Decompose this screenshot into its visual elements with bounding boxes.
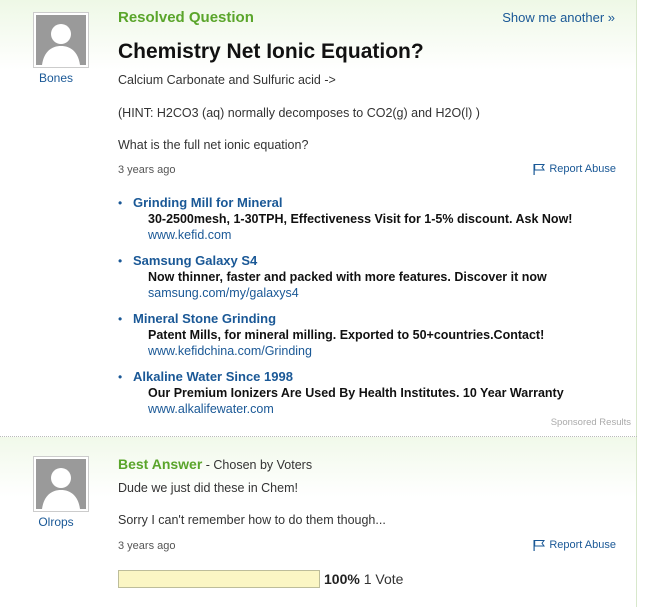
ad-item: • Grinding Mill for Mineral 30-2500mesh,… (118, 195, 628, 243)
question-title: Chemistry Net Ionic Equation? (118, 40, 424, 63)
answer-body-line: Sorry I can't remember how to do them th… (118, 513, 386, 527)
ad-description: Our Premium Ionizers Are Used By Health … (148, 386, 564, 400)
ad-title-link[interactable]: Samsung Galaxy S4 (133, 253, 628, 269)
flag-icon (533, 539, 546, 551)
ad-url-link[interactable]: www.alkalifewater.com (133, 402, 628, 417)
bullet-icon: • (118, 370, 123, 384)
ad-url-link[interactable]: samsung.com/my/galaxys4 (133, 286, 628, 301)
bullet-icon: • (118, 254, 123, 268)
answer-body-line: Dude we just did these in Chem! (118, 481, 298, 495)
user-silhouette-icon (36, 15, 86, 65)
vote-percent: 100% (324, 571, 360, 587)
report-abuse-label: Report Abuse (549, 539, 616, 551)
question-body-line: Calcium Carbonate and Sulfuric acid -> (118, 73, 336, 87)
asker-name[interactable]: Bones (21, 71, 91, 85)
question-body-line: What is the full net ionic equation? (118, 138, 309, 152)
answer-age: 3 years ago (118, 540, 176, 552)
vote-progress-fill (119, 571, 319, 587)
ad-description: Patent Mills, for mineral milling. Expor… (148, 328, 545, 342)
report-abuse-label: Report Abuse (549, 163, 616, 175)
user-silhouette-icon (36, 459, 86, 509)
resolved-question-label: Resolved Question (118, 9, 254, 26)
answer-report-abuse-link[interactable]: Report Abuse (533, 539, 616, 551)
flag-icon (533, 163, 546, 175)
answerer-name[interactable]: Olrops (21, 515, 91, 529)
ad-description: Now thinner, faster and packed with more… (148, 270, 547, 284)
asker-avatar[interactable] (33, 12, 89, 68)
vote-summary: 100% 1 Vote (324, 571, 403, 587)
best-answer-label: Best Answer (118, 456, 203, 472)
ad-url-link[interactable]: www.kefid.com (133, 228, 628, 243)
question-report-abuse-link[interactable]: Report Abuse (533, 163, 616, 175)
bullet-icon: • (118, 196, 123, 210)
sponsored-ads-list: • Grinding Mill for Mineral 30-2500mesh,… (118, 195, 628, 427)
vote-progress-bar (118, 570, 320, 588)
chosen-by-label: - Chosen by Voters (202, 458, 313, 472)
ad-title-link[interactable]: Grinding Mill for Mineral (133, 195, 628, 211)
bullet-icon: • (118, 312, 123, 326)
vote-count: 1 Vote (363, 571, 404, 587)
ad-title-link[interactable]: Alkaline Water Since 1998 (133, 369, 628, 385)
sponsored-results-label: Sponsored Results (550, 417, 631, 428)
answerer-avatar[interactable] (33, 456, 89, 512)
show-another-link[interactable]: Show me another » (502, 10, 615, 25)
ad-title-link[interactable]: Mineral Stone Grinding (133, 311, 628, 327)
ad-url-link[interactable]: www.kefidchina.com/Grinding (133, 344, 628, 359)
ad-description: 30-2500mesh, 1-30TPH, Effectiveness Visi… (148, 212, 573, 226)
question-age: 3 years ago (118, 164, 176, 176)
ad-item: • Mineral Stone Grinding Patent Mills, f… (118, 311, 628, 359)
ad-item: • Alkaline Water Since 1998 Our Premium … (118, 369, 628, 417)
ad-item: • Samsung Galaxy S4 Now thinner, faster … (118, 253, 628, 301)
best-answer-header: Best Answer - Chosen by Voters (118, 456, 312, 472)
question-body-line: (HINT: H2CO3 (aq) normally decomposes to… (118, 106, 480, 120)
